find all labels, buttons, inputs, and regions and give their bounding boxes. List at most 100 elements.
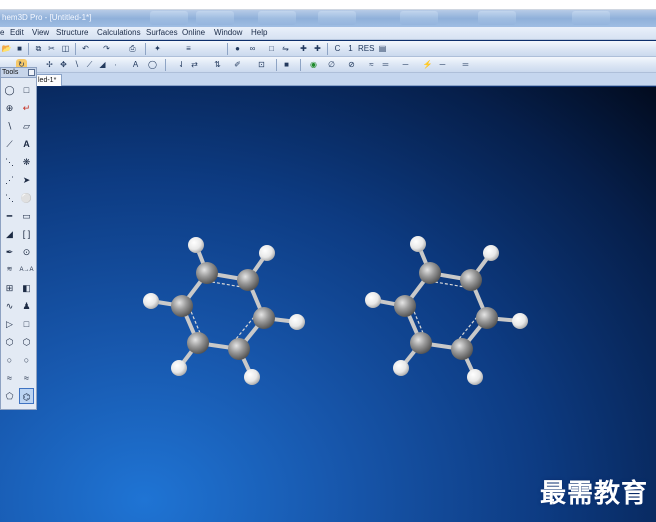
lone-pair-icon[interactable]: ❋ — [19, 154, 34, 170]
no-icon[interactable]: ⊘ — [346, 59, 357, 70]
carbon-atom[interactable] — [394, 295, 416, 317]
carbon-atom[interactable] — [237, 269, 259, 291]
rectangle-icon[interactable]: ▭ — [19, 208, 34, 224]
wedge-icon[interactable]: ◢ — [97, 59, 108, 70]
mm2-calc-icon[interactable]: ≈ — [366, 59, 377, 70]
undo-icon[interactable]: ↶ — [80, 43, 91, 54]
menu-window[interactable]: Window — [214, 28, 242, 37]
tools-palette-header[interactable]: Tools — [1, 68, 36, 78]
labels-icon[interactable]: ≡ — [183, 43, 194, 54]
menu-surfaces[interactable]: Surfaces — [146, 28, 178, 37]
hexagon-icon[interactable]: ⬡ — [2, 334, 17, 350]
carbon-atom[interactable] — [451, 338, 473, 360]
select-rect-icon[interactable]: □ — [19, 82, 34, 98]
surface-icon[interactable]: ─ — [437, 59, 448, 70]
carbon-atom[interactable] — [187, 332, 209, 354]
open-icon[interactable]: 📂 — [1, 43, 12, 54]
line-width-icon[interactable]: ─ — [400, 59, 411, 70]
square-icon[interactable]: □ — [19, 316, 34, 332]
paste-icon[interactable]: ◫ — [60, 43, 71, 54]
eraser-icon[interactable]: ▱ — [19, 118, 34, 134]
hydrogen-atom[interactable] — [410, 236, 426, 252]
redo-icon[interactable]: ↷ — [101, 43, 112, 54]
close-icon[interactable] — [28, 69, 35, 76]
hydrogen-atom[interactable] — [365, 292, 381, 308]
orbital-tool-icon[interactable]: ◧ — [19, 280, 34, 296]
wedge-tool-icon[interactable]: ⋰ — [2, 172, 17, 188]
background-color-icon[interactable] — [206, 43, 217, 54]
benzene-molecule-right[interactable] — [365, 236, 528, 385]
model-window[interactable] — [0, 87, 656, 522]
erase-icon[interactable]: ◯ — [147, 59, 158, 70]
pen-icon[interactable]: ✒ — [2, 244, 17, 260]
move-icon[interactable]: ✢ — [44, 59, 55, 70]
cut-icon[interactable]: ✂ — [46, 43, 57, 54]
color-icon[interactable]: ✐ — [232, 59, 243, 70]
wave-icon[interactable]: ∿ — [2, 298, 17, 314]
c-button[interactable]: C — [332, 43, 343, 54]
menu-calculations[interactable]: Calculations — [97, 28, 141, 37]
glasses-icon[interactable]: ∞ — [247, 43, 258, 54]
mm2-icon[interactable]: ∅ — [326, 59, 337, 70]
carbon-atom[interactable] — [228, 338, 250, 360]
rotate-icon[interactable]: ↵ — [19, 100, 34, 116]
hydrogen-atom[interactable] — [171, 360, 187, 376]
carbon-atom[interactable] — [460, 269, 482, 291]
mirror-icon[interactable]: ⇄ — [189, 59, 200, 70]
triangle-icon[interactable]: ▷ — [2, 316, 17, 332]
hydrogen-atom[interactable] — [467, 369, 483, 385]
menu-help[interactable]: Help — [251, 28, 267, 37]
lightning-icon[interactable]: ⚡ — [422, 59, 433, 70]
target-icon[interactable]: ⊙ — [19, 244, 34, 260]
save-icon[interactable]: ■ — [14, 43, 25, 54]
hydrogen-atom[interactable] — [188, 237, 204, 253]
bracket-icon[interactable]: [ ] — [19, 226, 34, 242]
carbon-atom[interactable] — [410, 332, 432, 354]
menu-online[interactable]: Online — [182, 28, 205, 37]
bond-line-icon[interactable]: ∖ — [71, 59, 82, 70]
hydrogen-atom[interactable] — [143, 293, 159, 309]
stop-icon[interactable]: ■ — [281, 59, 292, 70]
trackball-icon[interactable]: ⊕ — [2, 100, 17, 116]
model-display-icon[interactable]: ✦ — [152, 43, 163, 54]
bond-tool-icon[interactable]: ⟋ — [2, 136, 17, 152]
hydrogen-atom[interactable] — [483, 245, 499, 261]
move-tool-icon[interactable]: ✥ — [58, 59, 69, 70]
go-icon[interactable]: ◉ — [308, 59, 319, 70]
text-a-button[interactable]: A — [130, 59, 141, 70]
hash-bond-icon[interactable]: ⋱ — [2, 190, 17, 206]
hydrogen-atom[interactable] — [512, 313, 528, 329]
carbon-atom[interactable] — [476, 307, 498, 329]
text-tool-icon[interactable]: A — [19, 136, 34, 152]
thick-bond-icon[interactable]: ━ — [2, 208, 17, 224]
circle-alt-icon[interactable]: ○ — [19, 352, 34, 368]
table-icon[interactable]: ⊞ — [2, 280, 17, 296]
hexagon-alt-icon[interactable]: ⬡ — [19, 334, 34, 350]
carbon-atom[interactable] — [253, 307, 275, 329]
tab-untitled-1[interactable]: led-1* — [36, 74, 62, 86]
menu-view[interactable]: View — [32, 28, 49, 37]
hydrogen-atom[interactable] — [289, 314, 305, 330]
benzene-ring-icon[interactable]: ⌬ — [19, 388, 34, 404]
benzene-molecule-left[interactable] — [143, 237, 305, 385]
copy-icon[interactable]: ⧉ — [33, 43, 44, 54]
arrow-icon[interactable]: ➤ — [19, 172, 34, 188]
circle-icon[interactable]: ○ — [2, 352, 17, 368]
box-icon[interactable]: □ — [266, 43, 277, 54]
pentagon-icon[interactable]: ⬠ — [2, 388, 17, 404]
hash-icon[interactable]: ∙ — [110, 59, 121, 70]
line-icon[interactable]: ∖ — [2, 118, 17, 134]
line-style-icon[interactable]: ═ — [380, 59, 391, 70]
dummy-atom-icon[interactable]: ⚪ — [19, 190, 34, 206]
compute-icon[interactable]: ⊡ — [256, 59, 267, 70]
res-button[interactable]: RES — [358, 43, 374, 54]
ribbon-alt-icon[interactable]: ≈ — [19, 370, 34, 386]
hydrogen-atom[interactable] — [244, 369, 260, 385]
center-icon[interactable]: ✚ — [312, 43, 323, 54]
person-icon[interactable]: ♟ — [19, 298, 34, 314]
ribbon-icon[interactable]: ≈ — [2, 370, 17, 386]
carbon-atom[interactable] — [419, 262, 441, 284]
bold-bond-icon[interactable]: ◢ — [2, 226, 17, 242]
menu-file[interactable]: e — [0, 28, 4, 37]
orbital-icon[interactable]: ═ — [460, 59, 471, 70]
